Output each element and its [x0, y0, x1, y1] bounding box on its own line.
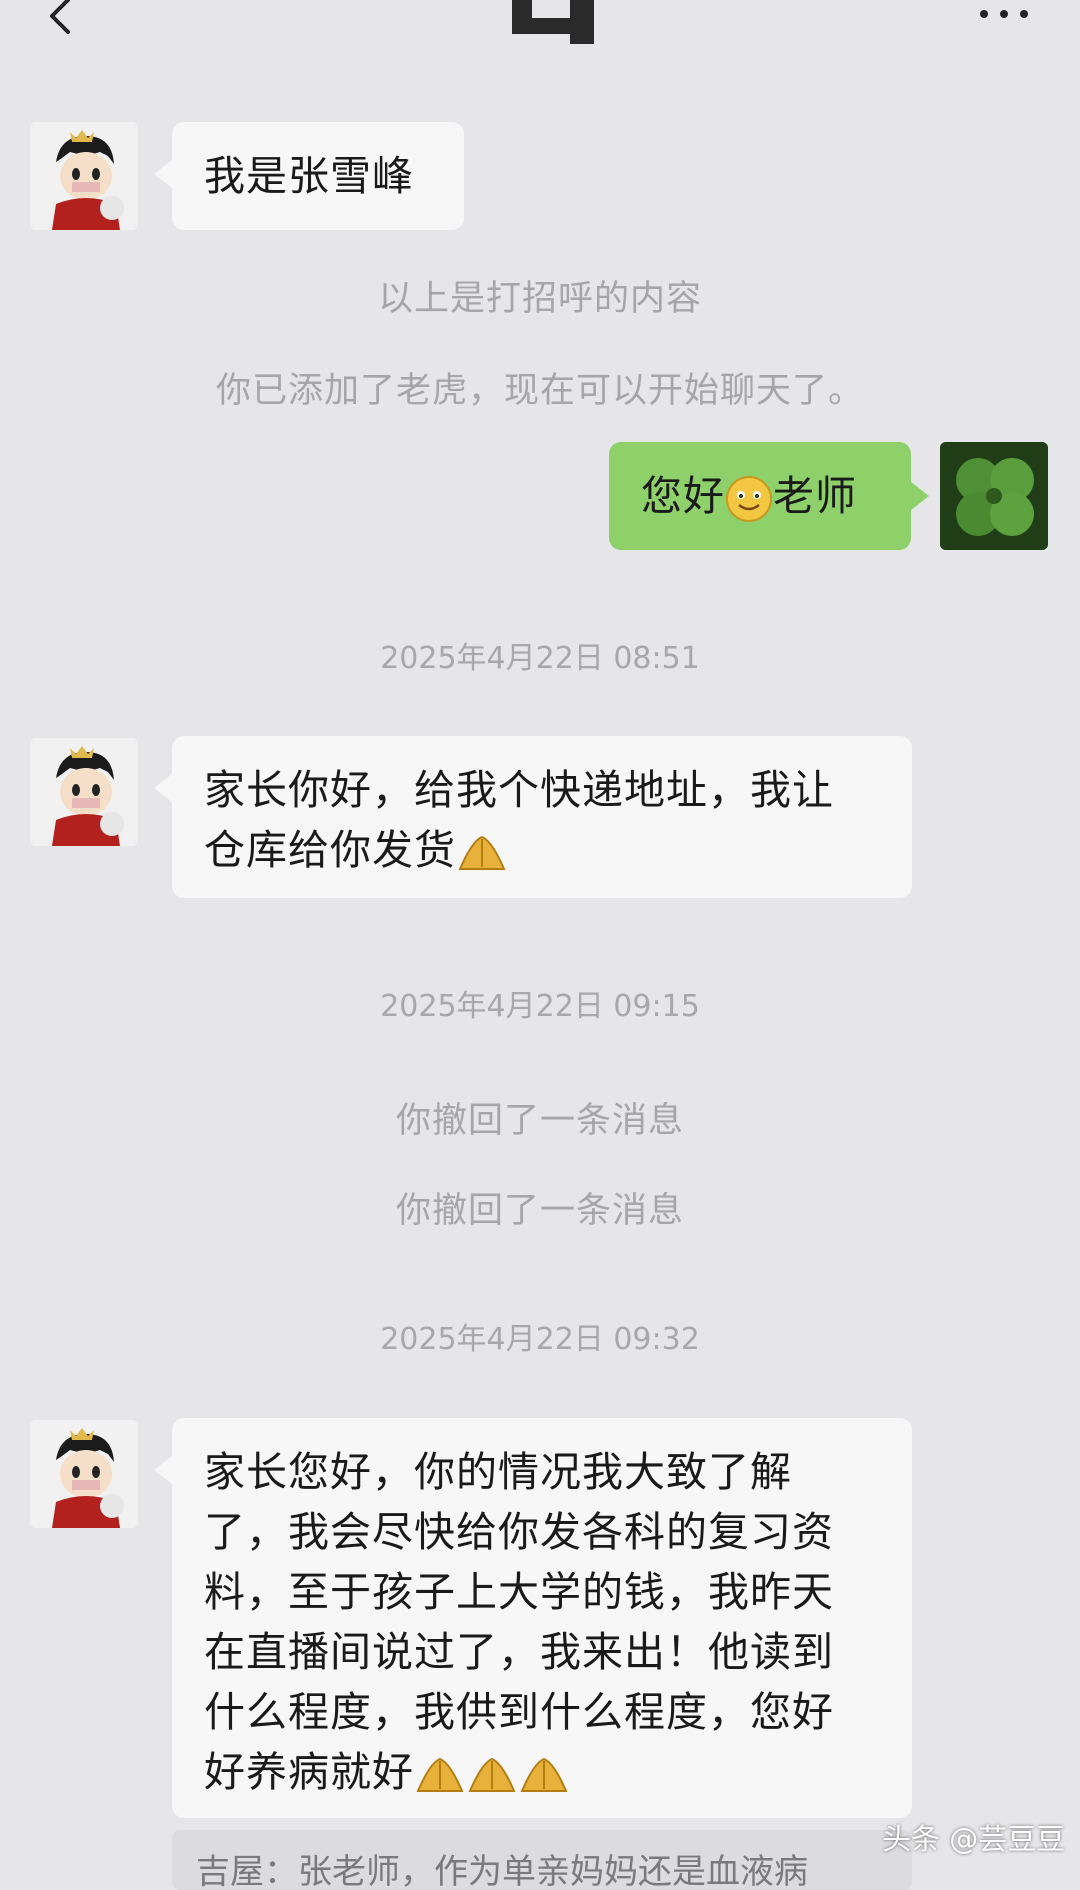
redacted-contact-name — [512, 0, 594, 44]
message-text: 老师 — [773, 472, 857, 520]
praying-hands-emoji-icon — [458, 835, 506, 870]
message-bubble-incoming[interactable]: 家长您好，你的情况我大致了解 了，我会尽快给你发各科的复习资 料，至于孩子上大学… — [154, 1418, 912, 1818]
message-line: 在直播间说过了，我来出！他读到 — [204, 1628, 834, 1676]
clover-avatar-icon — [940, 442, 1048, 550]
quoted-message[interactable]: 吉屋：张老师，作为单亲妈妈还是血液病 — [172, 1830, 912, 1890]
system-notice: 你已添加了老虎，现在可以开始聊天了。 — [215, 371, 864, 411]
contact-avatar[interactable] — [30, 122, 138, 230]
contact-avatar[interactable] — [30, 738, 138, 846]
message-line: 了，我会尽快给你发各科的复习资 — [204, 1508, 834, 1556]
message-line: 料，至于孩子上大学的钱，我昨天 — [204, 1568, 834, 1616]
recall-notice: 你撤回了一条消息 — [395, 1191, 684, 1231]
message-bubble-outgoing[interactable]: 您好 老师 — [609, 442, 929, 550]
system-notice: 以上是打招呼的内容 — [377, 279, 702, 319]
watermark: 头条 @芸豆豆 — [882, 1822, 1066, 1856]
timestamp: 2025年4月22日 08:51 — [380, 641, 700, 676]
cartoon-avatar-icon — [30, 1420, 138, 1528]
chevron-left-icon[interactable] — [40, 0, 80, 36]
message-text: 我是张雪峰 — [204, 152, 414, 200]
recall-notice: 你撤回了一条消息 — [395, 1101, 684, 1141]
message-line: 家长您好，你的情况我大致了解 — [204, 1448, 792, 1496]
contact-avatar[interactable] — [30, 1420, 138, 1528]
message-text: 您好 — [641, 472, 725, 520]
chat-header — [0, 0, 1080, 60]
timestamp: 2025年4月22日 09:32 — [380, 1322, 700, 1357]
message-line: 好养病就好 — [204, 1748, 414, 1796]
timestamp: 2025年4月22日 09:15 — [380, 989, 700, 1024]
message-line: 什么程度，我供到什么程度，您好 — [204, 1688, 834, 1736]
message-bubble-incoming[interactable]: 家长你好，给我个快递地址，我让 仓库给你发货 — [154, 736, 912, 898]
my-avatar[interactable] — [940, 442, 1048, 550]
praying-hands-emoji-icon — [468, 1757, 516, 1792]
message-bubble-incoming[interactable]: 我是张雪峰 — [154, 122, 464, 230]
cartoon-avatar-icon — [30, 738, 138, 846]
message-text: 家长你好，给我个快递地址，我让 — [204, 766, 834, 814]
smile-emoji-icon — [726, 476, 772, 522]
praying-hands-emoji-icon — [520, 1757, 568, 1792]
message-text: 仓库给你发货 — [204, 826, 456, 874]
praying-hands-emoji-icon — [416, 1757, 464, 1792]
quoted-text: 吉屋：张老师，作为单亲妈妈还是血液病 — [196, 1852, 808, 1890]
more-dots-icon[interactable] — [976, 4, 1032, 24]
cartoon-avatar-icon — [30, 122, 138, 230]
